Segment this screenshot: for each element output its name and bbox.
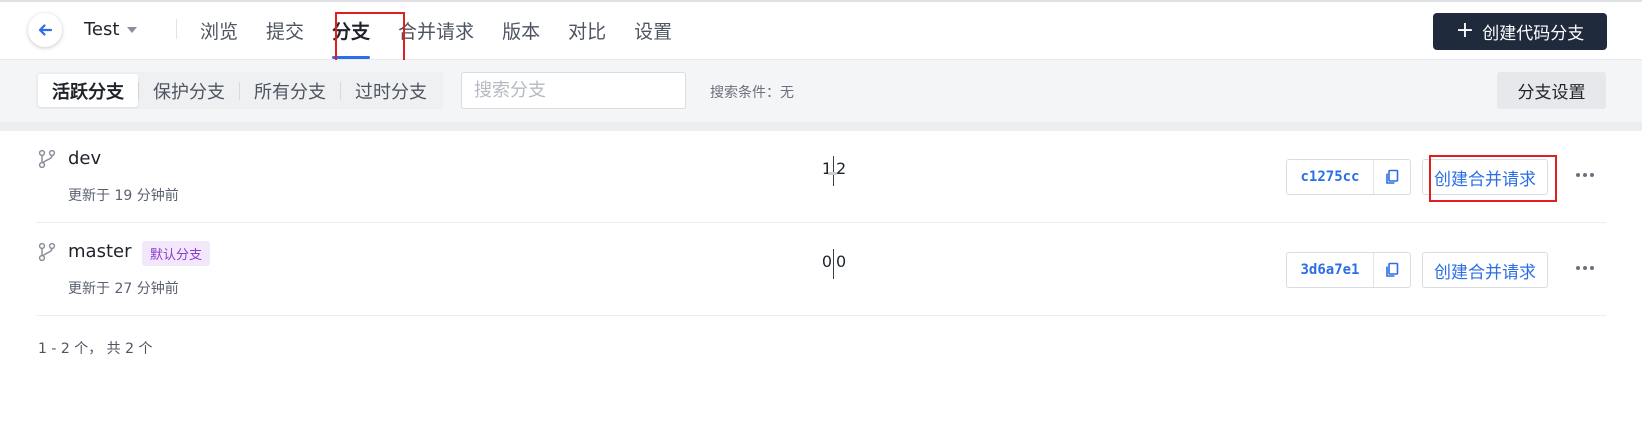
tab-branches[interactable]: 分支: [332, 2, 371, 60]
repo-header: Test 浏览 提交 分支 合并请求 版本 对比 设置 + 创建代码分支: [0, 2, 1642, 60]
tab-compare[interactable]: 对比: [568, 2, 606, 60]
more-actions-button[interactable]: [1572, 162, 1598, 188]
create-merge-request-button[interactable]: 创建合并请求: [1422, 252, 1548, 288]
repo-nav: 浏览 提交 分支 合并请求 版本 对比 设置: [200, 2, 700, 60]
filter-all-branches[interactable]: 所有分支: [240, 74, 340, 107]
commit-sha-group: c1275cc: [1286, 159, 1411, 195]
create-branch-button[interactable]: + 创建代码分支: [1433, 13, 1607, 50]
branch-row: dev 更新于 19 分钟前 1 2 c1275cc 创建合并请求: [36, 131, 1606, 223]
chevron-down-icon: [127, 26, 138, 33]
create-merge-request-button[interactable]: 创建合并请求: [1422, 159, 1548, 195]
filter-stale-branches[interactable]: 过时分支: [341, 74, 441, 107]
branch-search-input[interactable]: [474, 80, 699, 101]
ahead-count: 2: [836, 159, 847, 178]
tab-browse[interactable]: 浏览: [200, 2, 238, 60]
tab-commits[interactable]: 提交: [266, 2, 304, 60]
search-condition-text: 搜索条件：无: [710, 85, 794, 101]
branch-filter-segment: 活跃分支 保护分支 所有分支 过时分支: [36, 72, 443, 109]
tab-merge-requests[interactable]: 合并请求: [398, 2, 474, 60]
plus-icon: +: [1455, 17, 1475, 43]
repo-switcher[interactable]: Test: [84, 19, 138, 40]
copy-icon: [1386, 262, 1399, 277]
branch-search: [461, 72, 699, 109]
branch-icon: [38, 242, 56, 262]
ahead-behind-indicator: 0 0: [806, 249, 876, 282]
copy-sha-button[interactable]: [1374, 253, 1410, 287]
arrow-left-icon: [38, 24, 53, 36]
more-horizontal-icon: [1576, 173, 1580, 177]
header-divider: [176, 19, 177, 39]
branch-row: master 默认分支 更新于 27 分钟前 0 0 3d6a7e1 创建合并请…: [36, 224, 1606, 316]
ahead-behind-divider: [833, 249, 834, 279]
tab-settings[interactable]: 设置: [634, 2, 672, 60]
back-button[interactable]: [28, 13, 62, 47]
filter-active-branches[interactable]: 活跃分支: [38, 74, 138, 107]
branch-name-link[interactable]: master: [68, 241, 131, 262]
branch-updated-time: 更新于 27 分钟前: [68, 281, 179, 297]
ahead-count: 0: [836, 252, 847, 271]
branch-updated-time: 更新于 19 分钟前: [68, 188, 179, 204]
section-separator: [0, 122, 1642, 131]
commit-sha-group: 3d6a7e1: [1286, 252, 1411, 288]
branch-toolbar: 活跃分支 保护分支 所有分支 过时分支 搜索条件：无 分支设置: [0, 60, 1642, 122]
behind-count: 0: [821, 252, 832, 271]
tab-releases[interactable]: 版本: [502, 2, 540, 60]
commit-sha-link[interactable]: 3d6a7e1: [1287, 253, 1374, 287]
behind-count: 1: [821, 159, 832, 178]
branch-name-link[interactable]: dev: [68, 148, 101, 169]
repo-name-label: Test: [84, 19, 120, 40]
copy-icon: [1386, 169, 1399, 184]
create-branch-label: 创建代码分支: [1482, 24, 1585, 44]
ahead-behind-indicator: 1 2: [806, 156, 876, 189]
branch-icon: [38, 149, 56, 169]
ahead-behind-divider: [833, 156, 834, 186]
pagination-summary: 1 - 2 个， 共 2 个: [38, 341, 153, 357]
commit-sha-link[interactable]: c1275cc: [1287, 160, 1374, 194]
more-horizontal-icon: [1576, 266, 1580, 270]
more-actions-button[interactable]: [1572, 255, 1598, 281]
default-branch-badge: 默认分支: [142, 241, 211, 266]
copy-sha-button[interactable]: [1374, 160, 1410, 194]
filter-protected-branches[interactable]: 保护分支: [139, 74, 239, 107]
branch-settings-button[interactable]: 分支设置: [1497, 72, 1606, 109]
